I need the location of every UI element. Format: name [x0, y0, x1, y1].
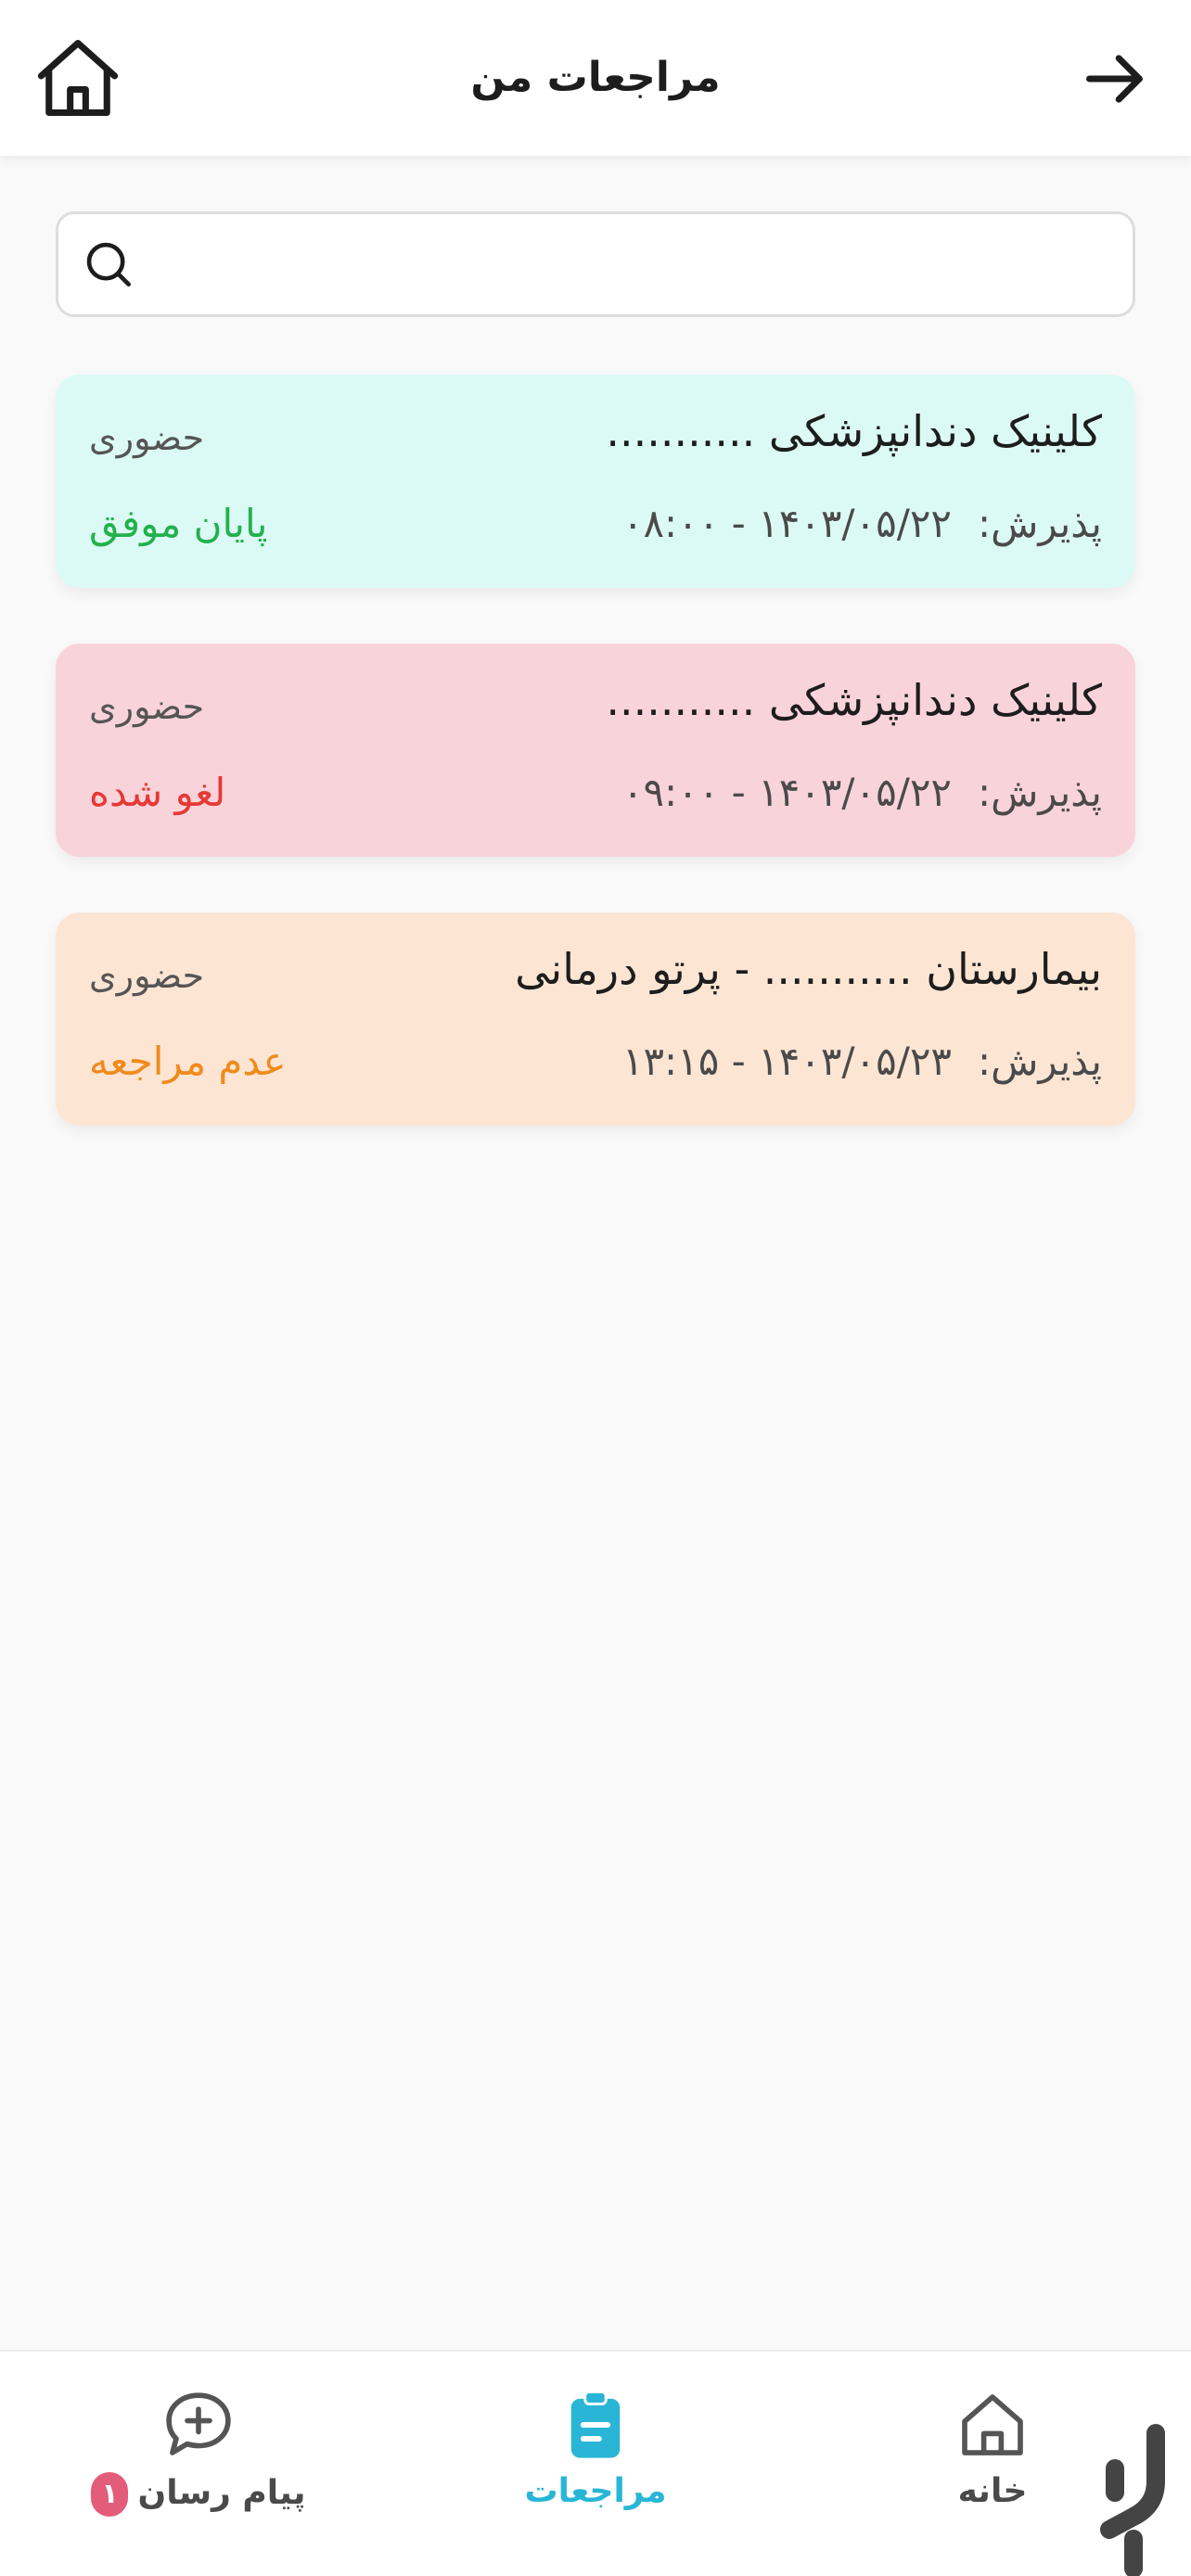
back-button[interactable]	[1074, 37, 1158, 121]
appointment-card[interactable]: بیمارستان ........... - پرتو درمانی حضور…	[56, 912, 1135, 1126]
appointment-type: حضوری	[89, 686, 205, 727]
reception-datetime: ۱۴۰۳/۰۵/۲۳ - ۱۳:۱۵	[621, 1039, 952, 1084]
app-header: مراجعات من	[0, 0, 1191, 156]
appointment-name: کلینیک دندانپزشکی ...........	[606, 675, 1102, 725]
home-icon	[37, 39, 119, 117]
reception-time: پذیرش: ۱۴۰۳/۰۵/۲۲ - ۰۸:۰۰	[622, 501, 1102, 546]
unread-badge: ۱	[91, 2472, 129, 2517]
appointment-type: حضوری	[89, 417, 205, 458]
reception-label: پذیرش:	[977, 770, 1102, 815]
appointment-name: کلینیک دندانپزشکی ...........	[606, 406, 1102, 456]
page-title: مراجعات من	[470, 54, 721, 101]
home-button[interactable]	[30, 30, 126, 126]
appointment-card[interactable]: کلینیک دندانپزشکی ........... حضوری پذیر…	[56, 644, 1135, 857]
status-badge: عدم مراجعه	[89, 1039, 287, 1084]
bazaar-logo-icon	[1100, 2424, 1165, 2576]
bottom-nav: خانه مراجعات پیام رسان۱	[0, 2350, 1191, 2576]
arrow-right-icon	[1086, 55, 1143, 103]
reception-time: پذیرش: ۱۴۰۳/۰۵/۲۳ - ۱۳:۱۵	[622, 1039, 1102, 1084]
search-input[interactable]	[160, 214, 1107, 314]
appointment-name: بیمارستان ........... - پرتو درمانی	[515, 944, 1102, 994]
nav-item-appointments[interactable]: مراجعات	[447, 2383, 744, 2550]
appointment-type: حضوری	[89, 955, 205, 996]
search-icon	[86, 242, 131, 287]
search-box[interactable]	[56, 211, 1135, 317]
appointment-card[interactable]: کلینیک دندانپزشکی ........... حضوری پذیر…	[56, 375, 1135, 588]
messenger-label: پیام رسان	[137, 2474, 306, 2512]
reception-time: پذیرش: ۱۴۰۳/۰۵/۲۲ - ۰۹:۰۰	[622, 770, 1102, 815]
nav-label-appointments: مراجعات	[524, 2472, 667, 2510]
reception-label: پذیرش:	[977, 1039, 1102, 1084]
reception-label: پذیرش:	[977, 501, 1102, 546]
status-badge: لغو شده	[89, 770, 226, 815]
nav-label-messenger: پیام رسان۱	[50, 2472, 347, 2517]
chat-plus-icon	[166, 2392, 231, 2455]
home-icon	[962, 2394, 1023, 2455]
status-badge: پایان موفق	[89, 501, 268, 546]
clipboard-icon	[570, 2390, 621, 2458]
nav-item-messenger[interactable]: پیام رسان۱	[50, 2383, 347, 2550]
reception-datetime: ۱۴۰۳/۰۵/۲۲ - ۰۹:۰۰	[621, 770, 952, 815]
reception-datetime: ۱۴۰۳/۰۵/۲۲ - ۰۸:۰۰	[621, 501, 952, 546]
